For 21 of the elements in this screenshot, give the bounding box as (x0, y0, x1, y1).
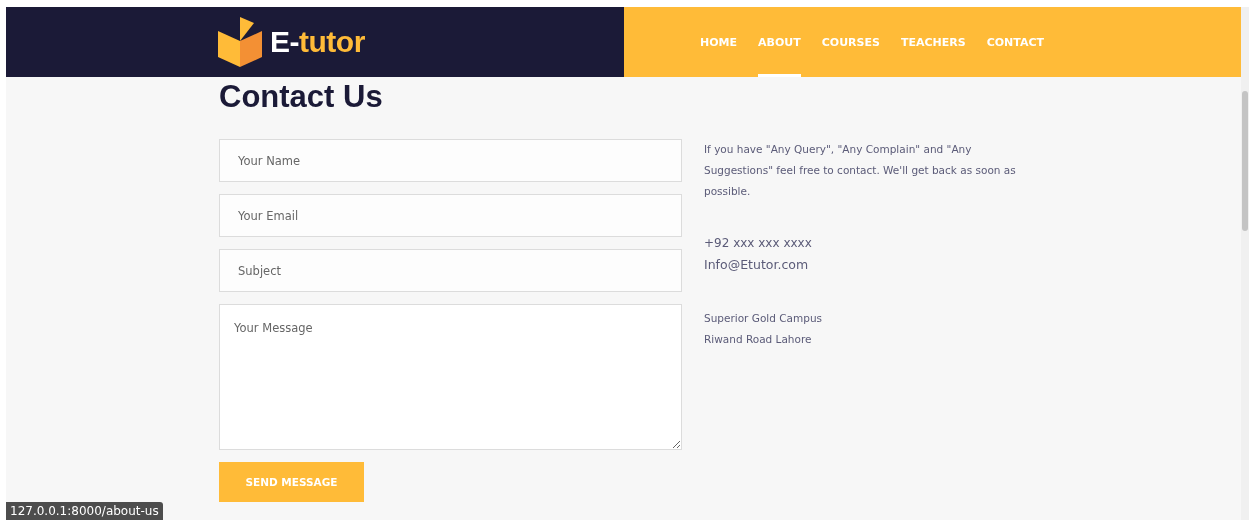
email-address: Info@Etutor.com (704, 256, 810, 274)
message-field[interactable]: Your Message (219, 304, 682, 450)
logo-text[interactable]: E-tutor (270, 25, 365, 59)
scrollbar-thumb[interactable] (1242, 91, 1248, 231)
nav-link[interactable]: COURSES (821, 7, 880, 77)
page-title: Contact Us (219, 79, 384, 116)
input-field[interactable]: Your Email (219, 194, 682, 237)
scrollbar[interactable] (1241, 7, 1249, 520)
link-status-tooltip: 127.0.0.1:8000/about-us (6, 502, 163, 520)
send-button[interactable]: SEND MESSAGE (219, 462, 364, 502)
cube-logo-icon (218, 17, 262, 67)
intro-text: If you have "Any Query", "Any Complain" and "Any Suggestions" feel free to contact. We'll get back as soon as possible. (704, 142, 1017, 199)
input-field[interactable]: Subject (219, 249, 682, 292)
input-field[interactable]: Your Name (219, 139, 682, 182)
nav-link[interactable]: ABOUT (758, 7, 801, 77)
nav-link[interactable]: CONTACT (986, 7, 1044, 77)
phone-number: +92 xxx xxx xxxx (704, 235, 813, 252)
address-line: Riwand Road Lahore (704, 332, 813, 347)
address-line: Superior Gold Campus (704, 311, 824, 326)
nav-link[interactable]: HOME (700, 7, 738, 77)
nav-link[interactable]: TEACHERS (900, 7, 966, 77)
